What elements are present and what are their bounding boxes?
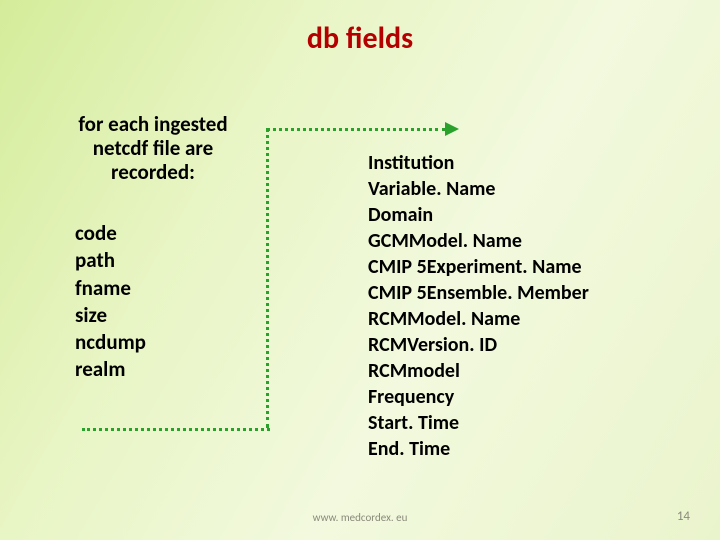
list-item: size <box>75 302 146 329</box>
list-item: code <box>75 220 146 247</box>
left-field-list: code path fname size ncdump realm <box>75 220 146 384</box>
page-number: 14 <box>677 509 690 524</box>
list-item: Institution <box>368 150 589 176</box>
list-item: ncdump <box>75 329 146 356</box>
list-item: Variable. Name <box>368 176 589 202</box>
list-item: End. Time <box>368 436 589 462</box>
list-item: fname <box>75 275 146 302</box>
list-item: Domain <box>368 202 589 228</box>
list-item: path <box>75 247 146 274</box>
connector-line <box>266 128 446 131</box>
arrow-right-icon <box>445 122 459 136</box>
list-item: Start. Time <box>368 410 589 436</box>
right-field-list: Institution Variable. Name Domain GCMMod… <box>368 150 589 462</box>
list-item: Frequency <box>368 384 589 410</box>
slide-title: db fields <box>0 20 720 57</box>
list-item: RCMmodel <box>368 358 589 384</box>
list-item: RCMVersion. ID <box>368 332 589 358</box>
connector-line <box>82 428 270 431</box>
list-item: realm <box>75 356 146 383</box>
footer-url: www. medcordex. eu <box>0 511 720 524</box>
connector-line <box>266 128 269 428</box>
list-item: RCMModel. Name <box>368 306 589 332</box>
subheading: for each ingested netcdf file are record… <box>68 112 238 184</box>
list-item: GCMModel. Name <box>368 228 589 254</box>
list-item: CMIP 5Ensemble. Member <box>368 280 589 306</box>
list-item: CMIP 5Experiment. Name <box>368 254 589 280</box>
